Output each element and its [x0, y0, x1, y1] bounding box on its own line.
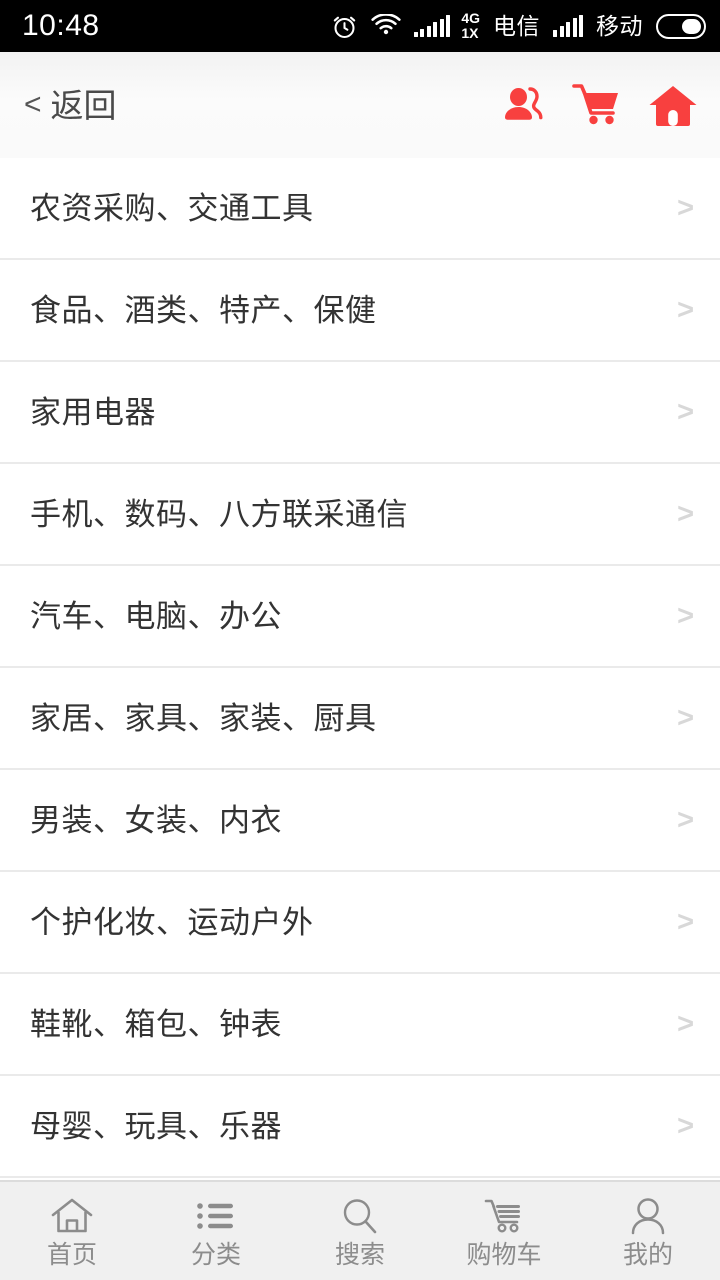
category-row-5[interactable]: 家居、家具、家装、厨具 >: [0, 668, 720, 770]
home-icon[interactable]: [648, 82, 698, 128]
category-label: 家居、家具、家装、厨具: [30, 700, 377, 736]
tab-label: 搜索: [334, 1241, 385, 1269]
category-label: 个护化妆、运动户外: [30, 904, 314, 940]
tab-category[interactable]: 分类: [144, 1182, 288, 1280]
battery-icon: [656, 13, 706, 39]
chevron-right-icon: >: [677, 701, 694, 734]
chevron-right-icon: >: [677, 1109, 694, 1142]
category-label: 母婴、玩具、乐器: [30, 1108, 282, 1144]
network-gen-1x: 1X: [461, 25, 479, 41]
chevron-right-icon: >: [677, 1007, 694, 1040]
chevron-right-icon: >: [677, 395, 694, 428]
tab-cart[interactable]: 购物车: [432, 1182, 576, 1280]
category-row-0[interactable]: 农资采购、交通工具 >: [0, 158, 720, 260]
status-bar: 10:48 4G 1X 电信 移动: [0, 0, 720, 52]
chevron-left-icon: <: [24, 88, 42, 121]
back-button-label: 返回: [50, 86, 117, 124]
person-outline-icon: [626, 1194, 670, 1238]
category-row-8[interactable]: 鞋靴、箱包、钟表 >: [0, 974, 720, 1076]
network-generation-label: 4G 1X: [461, 11, 480, 40]
category-row-6[interactable]: 男装、女装、内衣 >: [0, 770, 720, 872]
category-list: 农资采购、交通工具 > 食品、酒类、特产、保健 > 家用电器 > 手机、数码、八…: [0, 158, 720, 1180]
status-icons: 4G 1X 电信 移动: [331, 11, 706, 40]
alarm-clock-icon: [331, 13, 358, 40]
home-outline-icon: [50, 1194, 94, 1238]
cellular-signal-icon-1: [413, 15, 451, 37]
chevron-right-icon: >: [677, 803, 694, 836]
category-row-1[interactable]: 食品、酒类、特产、保健 >: [0, 260, 720, 362]
app-screen: 10:48 4G 1X 电信 移动 < 返回 农资采购、交通工具 > 食品、酒类…: [0, 0, 720, 1280]
tab-search[interactable]: 搜索: [288, 1182, 432, 1280]
wifi-icon: [371, 14, 401, 38]
chevron-right-icon: >: [677, 191, 694, 224]
category-label: 鞋靴、箱包、钟表: [30, 1006, 282, 1042]
cart-icon[interactable]: [572, 82, 622, 128]
carrier-label-mobile: 移动: [596, 12, 643, 39]
header-actions: [500, 82, 698, 128]
category-label: 汽车、电脑、办公: [30, 598, 282, 634]
category-label: 农资采购、交通工具: [30, 190, 314, 226]
search-outline-icon: [338, 1194, 382, 1238]
tab-mine[interactable]: 我的: [576, 1182, 720, 1280]
chevron-right-icon: >: [677, 497, 694, 530]
cart-outline-icon: [482, 1194, 526, 1238]
category-row-9[interactable]: 母婴、玩具、乐器 >: [0, 1076, 720, 1178]
category-label: 家用电器: [30, 394, 156, 430]
category-row-3[interactable]: 手机、数码、八方联采通信 >: [0, 464, 720, 566]
app-header: < 返回: [0, 52, 720, 158]
category-row-4[interactable]: 汽车、电脑、办公 >: [0, 566, 720, 668]
back-button[interactable]: < 返回: [24, 89, 117, 122]
list-outline-icon: [194, 1194, 238, 1238]
tab-label: 购物车: [466, 1241, 542, 1269]
tab-home[interactable]: 首页: [0, 1182, 144, 1280]
category-label: 手机、数码、八方联采通信: [30, 496, 408, 532]
chevron-right-icon: >: [677, 599, 694, 632]
contacts-icon[interactable]: [500, 82, 546, 128]
tab-label: 分类: [190, 1241, 241, 1269]
category-label: 食品、酒类、特产、保健: [30, 292, 377, 328]
carrier-label-telecom: 电信: [493, 12, 540, 39]
category-label: 男装、女装、内衣: [30, 802, 282, 838]
category-row-7[interactable]: 个护化妆、运动户外 >: [0, 872, 720, 974]
bottom-tab-bar: 首页 分类 搜索 购物车 我的: [0, 1180, 720, 1280]
chevron-right-icon: >: [677, 293, 694, 326]
tab-label: 我的: [622, 1241, 673, 1269]
network-gen-4g: 4G: [461, 10, 480, 27]
cellular-signal-icon-2: [553, 15, 583, 37]
tab-label: 首页: [46, 1241, 97, 1269]
chevron-right-icon: >: [677, 905, 694, 938]
status-clock: 10:48: [22, 9, 100, 42]
category-row-2[interactable]: 家用电器 >: [0, 362, 720, 464]
